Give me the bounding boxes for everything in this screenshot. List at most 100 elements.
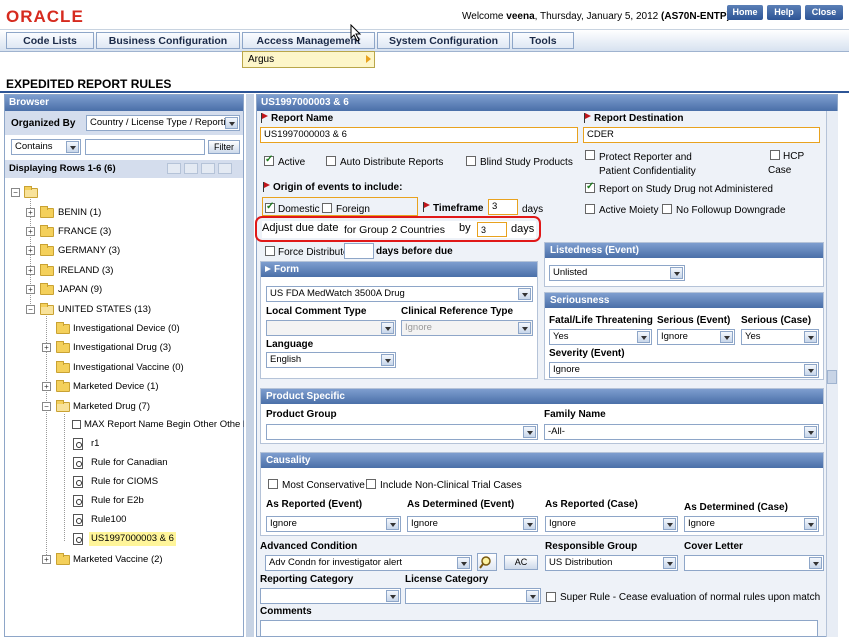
tree-node-investigational-vaccine[interactable]: Investigational Vaccine (0) xyxy=(73,361,184,375)
tree-node-united-states[interactable]: UNITED STATES (13) xyxy=(58,303,151,317)
last-page-button[interactable] xyxy=(218,163,232,174)
form-select[interactable]: US FDA MedWatch 3500A Drug xyxy=(266,286,533,302)
timeframe-input[interactable]: 3 xyxy=(488,199,518,215)
filter-button[interactable]: Filter xyxy=(208,140,240,154)
tree-node-ireland[interactable]: IRELAND (3) xyxy=(58,264,113,278)
submenu-argus[interactable]: Argus xyxy=(242,51,375,68)
report-on-study-checkbox[interactable] xyxy=(585,181,595,193)
form-section-header: Form xyxy=(261,262,537,277)
as-determined-event-select[interactable]: Ignore xyxy=(407,516,538,532)
help-button[interactable]: Help xyxy=(767,5,801,20)
expand-icon[interactable]: + xyxy=(42,382,51,391)
tree-node-rule-selected[interactable]: US1997000003 & 6 xyxy=(89,532,176,546)
menu-code-lists[interactable]: Code Lists xyxy=(6,32,94,49)
expand-icon[interactable]: + xyxy=(26,285,35,294)
force-distribute-checkbox[interactable] xyxy=(265,246,275,256)
advanced-condition-select[interactable]: Adv Condn for investigator alert xyxy=(265,555,472,571)
fatal-select[interactable]: Yes xyxy=(549,329,652,345)
expand-icon[interactable]: + xyxy=(26,208,35,217)
expand-icon[interactable]: + xyxy=(26,246,35,255)
expand-icon[interactable]: + xyxy=(26,227,35,236)
folder-icon xyxy=(56,322,70,334)
clinical-reference-type-select[interactable]: Ignore xyxy=(401,320,533,336)
domestic-checkbox[interactable] xyxy=(265,201,275,213)
scrollbar-thumb[interactable] xyxy=(827,370,837,384)
match-type-select[interactable]: Contains xyxy=(11,139,81,155)
force-distribute-input[interactable] xyxy=(344,243,374,259)
reporting-category-select[interactable] xyxy=(260,588,401,604)
tree-node-marketed-vaccine[interactable]: Marketed Vaccine (2) xyxy=(73,553,163,567)
expand-icon[interactable]: + xyxy=(42,555,51,564)
serious-event-select[interactable]: Ignore xyxy=(657,329,735,345)
tree-node-benin[interactable]: BENIN (1) xyxy=(58,206,101,220)
expand-icon[interactable]: + xyxy=(42,343,51,352)
tree-node-rule-max[interactable]: MAX Report Name Begin Other Othe End xyxy=(84,418,244,432)
magnifier-glyph xyxy=(479,556,491,569)
tree-node-rule-cioms[interactable]: Rule for CIOMS xyxy=(91,475,158,489)
cover-letter-select[interactable] xyxy=(684,555,824,571)
responsible-group-select[interactable]: US Distribution xyxy=(545,555,678,571)
tree-node-germany[interactable]: GERMANY (3) xyxy=(58,244,120,258)
serious-case-select[interactable]: Yes xyxy=(741,329,819,345)
match-type-value: Contains xyxy=(15,141,53,152)
first-page-button[interactable] xyxy=(167,163,181,174)
tree-line xyxy=(46,316,47,559)
tree-node-france[interactable]: FRANCE (3) xyxy=(58,225,111,239)
comments-textarea[interactable] xyxy=(260,620,818,637)
tree-node-japan[interactable]: JAPAN (9) xyxy=(58,283,102,297)
as-reported-event-select[interactable]: Ignore xyxy=(266,516,401,532)
organized-by-select[interactable]: Country / License Type / Reportin xyxy=(86,115,240,131)
as-reported-case-label: As Reported (Case) xyxy=(545,499,638,510)
collapse-icon[interactable]: − xyxy=(42,402,51,411)
tree-node-rule-e2b[interactable]: Rule for E2b xyxy=(91,494,144,508)
submenu-arrow-icon xyxy=(366,55,371,63)
as-reported-case-select[interactable]: Ignore xyxy=(545,516,678,532)
form-select-value: US FDA MedWatch 3500A Drug xyxy=(270,288,405,299)
super-rule-checkbox[interactable] xyxy=(546,592,556,602)
tree-node-investigational-device[interactable]: Investigational Device (0) xyxy=(73,322,180,336)
tree-node-investigational-drug[interactable]: Investigational Drug (3) xyxy=(73,341,171,355)
auto-distribute-checkbox[interactable] xyxy=(326,156,336,166)
active-checkbox[interactable] xyxy=(264,154,274,166)
report-destination-input[interactable]: CDER xyxy=(583,127,820,143)
most-conservative-checkbox[interactable] xyxy=(268,479,278,489)
as-determined-case-select[interactable]: Ignore xyxy=(684,516,819,532)
foreign-checkbox[interactable] xyxy=(322,203,332,213)
active-moiety-checkbox[interactable] xyxy=(585,204,595,214)
local-comment-type-select[interactable] xyxy=(266,320,396,336)
license-category-select[interactable] xyxy=(405,588,541,604)
close-button[interactable]: Close xyxy=(805,5,843,20)
tree-node-marketed-device[interactable]: Marketed Device (1) xyxy=(73,380,159,394)
tree-node-rule-100[interactable]: Rule100 xyxy=(91,513,126,527)
organized-by-label: Organized By xyxy=(11,118,76,129)
chevron-down-icon xyxy=(804,518,817,530)
tree-node-rule-r1[interactable]: r1 xyxy=(91,437,99,451)
blind-study-checkbox[interactable] xyxy=(466,156,476,166)
listedness-select[interactable]: Unlisted xyxy=(549,265,685,281)
severity-select[interactable]: Ignore xyxy=(549,362,819,378)
next-page-button[interactable] xyxy=(201,163,215,174)
prev-page-button[interactable] xyxy=(184,163,198,174)
panel-splitter[interactable] xyxy=(246,94,254,637)
menu-business-configuration[interactable]: Business Configuration xyxy=(96,32,240,49)
hcp-checkbox[interactable] xyxy=(770,150,780,160)
collapse-icon[interactable]: − xyxy=(26,305,35,314)
report-name-input[interactable]: US1997000003 & 6 xyxy=(260,127,578,143)
search-icon[interactable] xyxy=(477,553,497,571)
tree-node-rule-canadian[interactable]: Rule for Canadian xyxy=(91,456,168,470)
ac-button[interactable]: AC xyxy=(504,555,538,570)
no-followup-checkbox[interactable] xyxy=(662,204,672,214)
collapse-icon[interactable]: − xyxy=(11,188,20,197)
expand-icon[interactable]: + xyxy=(26,266,35,275)
tree-node-marketed-drug[interactable]: Marketed Drug (7) xyxy=(73,400,150,414)
protect-reporter-checkbox[interactable] xyxy=(585,150,595,160)
menu-system-configuration[interactable]: System Configuration xyxy=(377,32,510,49)
language-select[interactable]: English xyxy=(266,352,396,368)
include-nonclinical-checkbox[interactable] xyxy=(366,479,376,489)
product-group-select[interactable] xyxy=(266,424,538,440)
family-name-select[interactable]: -All- xyxy=(544,424,819,440)
chevron-down-icon xyxy=(663,518,676,530)
filter-input[interactable] xyxy=(85,139,205,155)
menu-tools[interactable]: Tools xyxy=(512,32,574,49)
home-button[interactable]: Home xyxy=(727,5,763,20)
